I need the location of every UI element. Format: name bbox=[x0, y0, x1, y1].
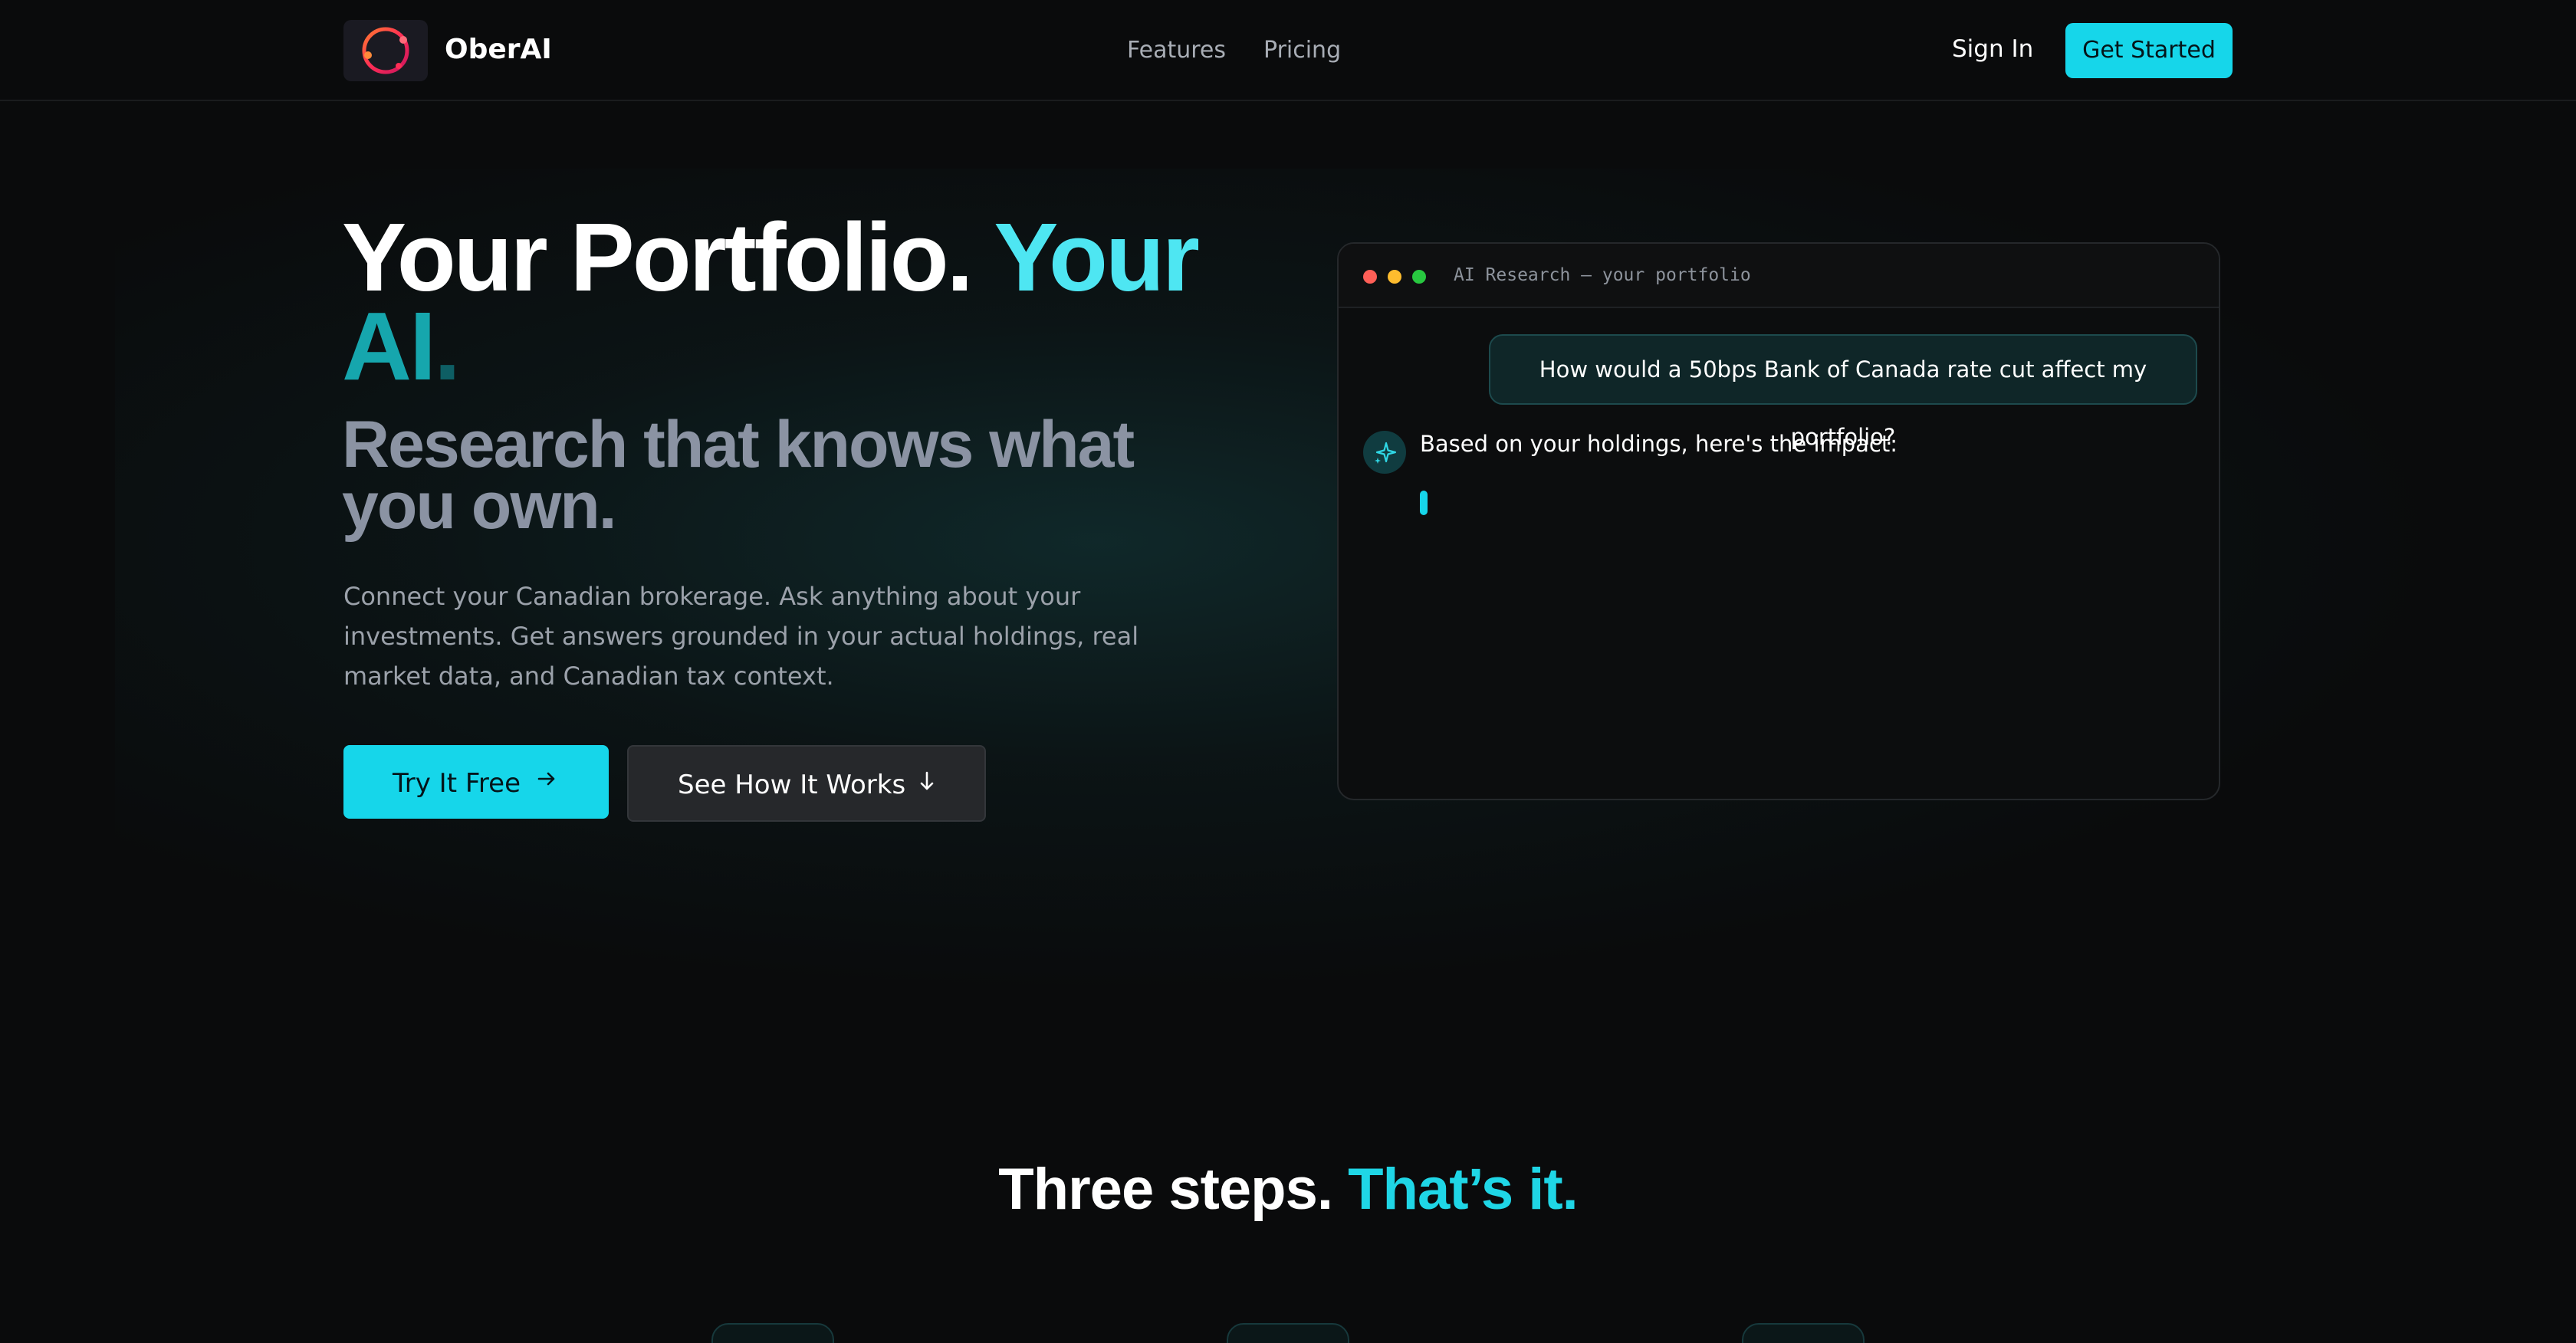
steps-section-title: Three steps. That’s it. bbox=[0, 1156, 2576, 1223]
step-1-icon bbox=[711, 1323, 834, 1343]
logo[interactable] bbox=[343, 20, 428, 81]
arrow-right-icon bbox=[535, 767, 558, 797]
window-minimize-dot[interactable] bbox=[1388, 270, 1401, 284]
hero-headline: Your Portfolio. Your AI. bbox=[342, 209, 1262, 395]
step-3-icon bbox=[1742, 1323, 1865, 1343]
brand-name[interactable]: OberAI bbox=[445, 34, 552, 65]
try-it-free-label: Try It Free bbox=[393, 768, 521, 799]
window-maximize-dot[interactable] bbox=[1412, 270, 1426, 284]
landing-page: OberAI Features Pricing Sign In Get Star… bbox=[0, 0, 2576, 1343]
nav-link-features[interactable]: Features bbox=[1127, 37, 1226, 64]
get-started-button[interactable]: Get Started bbox=[2065, 23, 2233, 78]
hero-subheadline: Research that knows what you own. bbox=[342, 408, 1135, 543]
steps-title-accent: That’s it. bbox=[1348, 1157, 1579, 1222]
headline-ai: AI bbox=[342, 292, 436, 400]
chat-title-bar: AI Research — your portfolio bbox=[1339, 244, 2219, 308]
see-how-it-works-label: See How It Works bbox=[678, 770, 906, 800]
nav-link-pricing[interactable]: Pricing bbox=[1263, 37, 1341, 64]
headline-period: . bbox=[434, 292, 461, 400]
steps-title-main: Three steps. bbox=[998, 1157, 1333, 1222]
ai-response-text: Based on your holdings, here's the impac… bbox=[1420, 431, 1898, 457]
arrow-down-icon bbox=[915, 768, 938, 801]
logo-ring-icon bbox=[362, 27, 409, 74]
ai-research-chat-window: AI Research — your portfolio How would a… bbox=[1337, 242, 2220, 800]
hero-description: Connect your Canadian brokerage. Ask any… bbox=[343, 582, 1139, 691]
see-how-it-works-button[interactable]: See How It Works bbox=[627, 745, 986, 822]
headline-your: Your bbox=[994, 203, 1200, 311]
window-close-dot[interactable] bbox=[1363, 270, 1377, 284]
sparkle-icon bbox=[1363, 431, 1406, 474]
step-2-icon bbox=[1227, 1323, 1349, 1343]
try-it-free-button[interactable]: Try It Free bbox=[343, 745, 609, 819]
top-nav: OberAI Features Pricing Sign In Get Star… bbox=[0, 0, 2576, 101]
user-message-bubble: How would a 50bps Bank of Canada rate cu… bbox=[1489, 334, 2197, 450]
chat-window-title: AI Research — your portfolio bbox=[1454, 265, 1751, 285]
sign-in-link[interactable]: Sign In bbox=[1952, 35, 2033, 63]
typing-cursor bbox=[1420, 491, 1428, 515]
